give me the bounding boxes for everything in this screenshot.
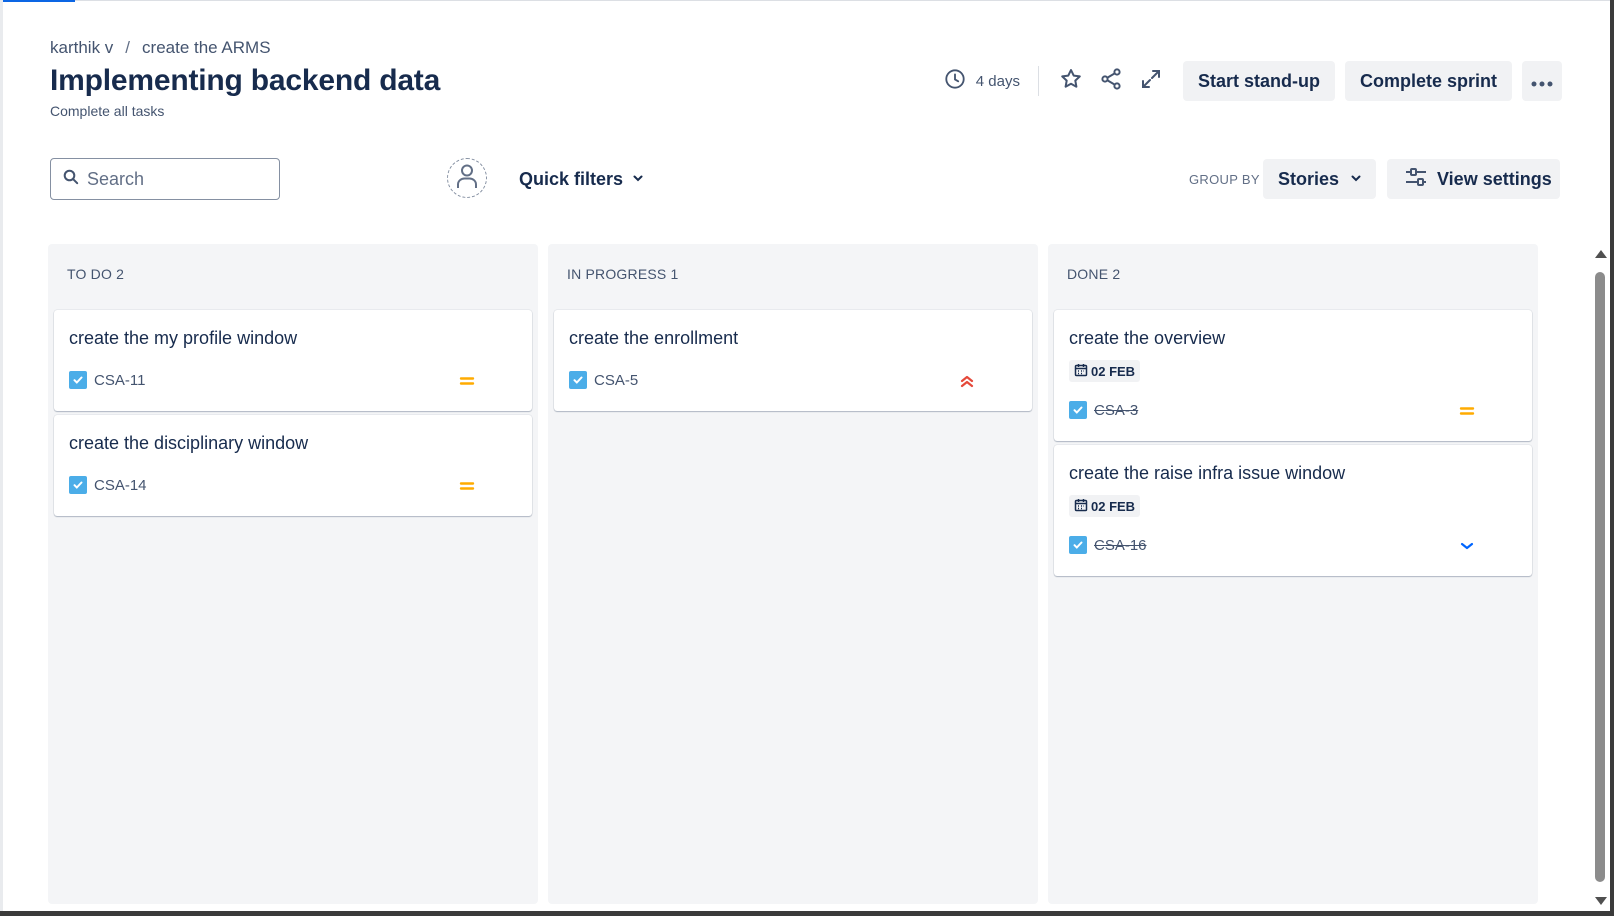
issue-key: CSA-5: [594, 371, 639, 389]
breadcrumb-board-link[interactable]: create the ARMS: [142, 38, 271, 58]
search-icon: [63, 169, 79, 190]
days-remaining-text: 4 days: [975, 72, 1020, 90]
highest-priority-icon: [957, 373, 977, 389]
quick-filters-dropdown[interactable]: Quick filters: [519, 158, 645, 200]
breadcrumb-separator: /: [125, 38, 131, 57]
card-title: create the overview: [1069, 328, 1226, 348]
issue-key: CSA-16: [1094, 536, 1147, 554]
unassigned-avatar-filter[interactable]: [447, 158, 487, 198]
card-key[interactable]: CSA-5: [569, 371, 638, 389]
share-icon: [1099, 67, 1123, 96]
view-settings-label: View settings: [1437, 168, 1552, 189]
column-header: TO DO 2: [67, 266, 125, 282]
low-priority-icon: [1457, 538, 1477, 554]
card-key[interactable]: CSA-11: [69, 371, 145, 389]
card-title: create the raise infra issue window: [1069, 463, 1346, 483]
issue-card[interactable]: create the overview 02 FEB CSA-3: [1054, 310, 1532, 441]
top-accent-bar: [0, 0, 75, 2]
task-checkbox-icon: [569, 371, 587, 389]
page-title: Implementing backend data: [50, 64, 441, 97]
task-checkbox-icon: [1069, 536, 1087, 554]
search-input[interactable]: [87, 168, 257, 190]
medium-priority-icon: [457, 373, 477, 389]
issue-card[interactable]: create the disciplinary window CSA-14: [54, 415, 532, 516]
breadcrumb: karthik v / create the ARMS: [50, 38, 271, 58]
header-actions: 4 days Start stand-up Complete sprint: [944, 61, 1562, 101]
share-button[interactable]: [1093, 63, 1129, 99]
divider: [1037, 66, 1039, 96]
star-icon: [1059, 67, 1083, 96]
column-header: IN PROGRESS 1: [567, 266, 679, 282]
task-checkbox-icon: [1069, 401, 1087, 419]
column-in-progress: IN PROGRESS 1 create the enrollment CSA-…: [548, 244, 1038, 904]
task-checkbox-icon: [69, 371, 87, 389]
view-settings-button[interactable]: View settings: [1387, 159, 1560, 199]
issue-key: CSA-3: [1094, 401, 1139, 419]
more-icon: [1531, 71, 1553, 92]
chevron-down-icon: [1349, 169, 1363, 190]
calendar-icon: [1074, 363, 1088, 380]
due-date: 02 FEB: [1091, 498, 1136, 514]
sliders-icon: [1405, 167, 1427, 192]
card-key[interactable]: CSA-16: [1069, 536, 1147, 554]
issue-card[interactable]: create the my profile window CSA-11: [54, 310, 532, 411]
star-button[interactable]: [1053, 63, 1089, 99]
calendar-icon: [1074, 498, 1088, 515]
issue-key: CSA-11: [94, 371, 146, 389]
issue-card[interactable]: create the enrollment CSA-5: [554, 310, 1032, 411]
column-todo: TO DO 2 create the my profile window CSA…: [48, 244, 538, 904]
card-key[interactable]: CSA-3: [1069, 401, 1138, 419]
medium-priority-icon: [457, 478, 477, 494]
card-title: create the disciplinary window: [69, 433, 309, 453]
issue-card[interactable]: create the raise infra issue window 02 F…: [1054, 445, 1532, 576]
window-bottom-edge: [0, 911, 1614, 916]
group-by-select[interactable]: Stories: [1263, 159, 1376, 199]
scrollbar-thumb[interactable]: [1595, 272, 1605, 882]
clock-icon: [944, 68, 966, 94]
expand-icon: [1139, 67, 1163, 96]
issue-key: CSA-14: [94, 476, 147, 494]
scroll-down-arrow-icon[interactable]: [1595, 897, 1607, 905]
breadcrumb-project-link[interactable]: karthik v: [50, 38, 113, 58]
days-remaining[interactable]: 4 days: [944, 68, 1038, 94]
search-field[interactable]: [50, 158, 280, 200]
window-right-edge: [1610, 0, 1614, 916]
sprint-goal: Complete all tasks: [50, 103, 165, 119]
scroll-up-arrow-icon[interactable]: [1595, 250, 1607, 258]
chevron-down-icon: [631, 169, 645, 190]
card-title: create the my profile window: [69, 328, 298, 348]
start-standup-button[interactable]: Start stand-up: [1182, 61, 1335, 101]
column-header: DONE 2: [1067, 266, 1121, 282]
top-border: [0, 0, 1614, 1]
medium-priority-icon: [1457, 403, 1477, 419]
due-date: 02 FEB: [1091, 363, 1136, 379]
column-done: DONE 2 create the overview 02 FEB CSA-3 …: [1048, 244, 1538, 904]
due-date-badge: 02 FEB: [1069, 360, 1141, 382]
person-icon: [456, 163, 478, 194]
left-edge: [0, 0, 3, 916]
group-by-label: GROUP BY: [1189, 172, 1260, 187]
quick-filters-label: Quick filters: [519, 168, 624, 189]
fullscreen-button[interactable]: [1133, 63, 1169, 99]
complete-sprint-button[interactable]: Complete sprint: [1344, 61, 1512, 101]
group-by-value: Stories: [1278, 168, 1340, 189]
more-actions-button[interactable]: [1522, 61, 1562, 101]
card-title: create the enrollment: [569, 328, 739, 348]
board-scrollbar[interactable]: [1593, 250, 1607, 905]
card-key[interactable]: CSA-14: [69, 476, 147, 494]
task-checkbox-icon: [69, 476, 87, 494]
due-date-badge: 02 FEB: [1069, 495, 1141, 517]
